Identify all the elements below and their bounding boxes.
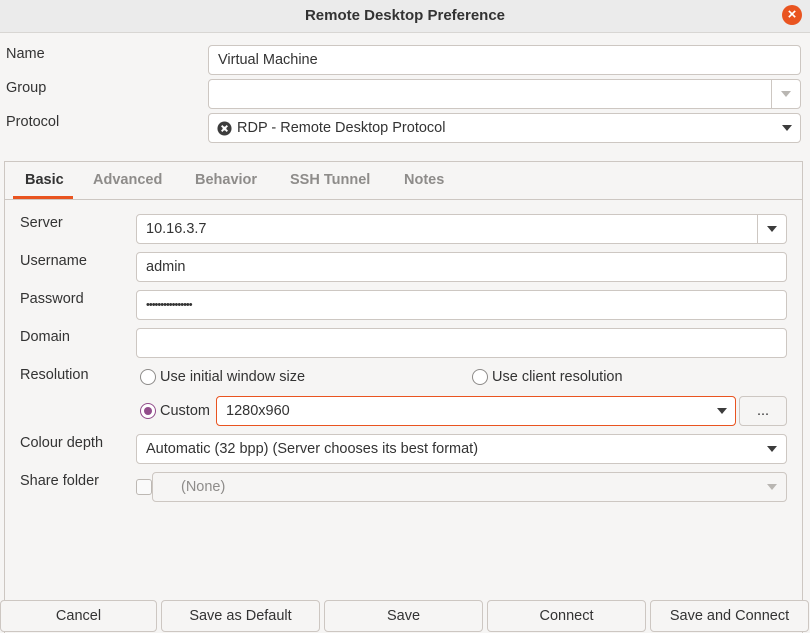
resolution-label: Resolution xyxy=(20,367,89,383)
server-label: Server xyxy=(20,215,63,231)
tab-advanced[interactable]: Advanced xyxy=(93,172,162,188)
title-bar: Remote Desktop Preference × xyxy=(0,0,810,33)
group-combo[interactable] xyxy=(208,79,801,109)
active-tab-indicator xyxy=(13,196,73,199)
chevron-down-icon xyxy=(717,408,727,414)
domain-label: Domain xyxy=(20,329,70,345)
share-folder-combo: (None) xyxy=(152,472,787,502)
more-resolutions-button[interactable]: ... xyxy=(739,396,787,426)
tab-ssh-tunnel[interactable]: SSH Tunnel xyxy=(290,172,370,188)
radio-initial-window-size[interactable] xyxy=(140,369,156,385)
tab-behavior[interactable]: Behavior xyxy=(195,172,257,188)
chevron-down-icon xyxy=(782,125,792,131)
custom-resolution-value: 1280x960 xyxy=(226,403,290,419)
share-folder-label: Share folder xyxy=(20,473,99,489)
radio-client-resolution[interactable] xyxy=(472,369,488,385)
save-and-connect-button[interactable]: Save and Connect xyxy=(650,600,809,632)
connect-button[interactable]: Connect xyxy=(487,600,646,632)
group-dropdown-button[interactable] xyxy=(771,80,800,108)
tab-bar: Basic Advanced Behavior SSH Tunnel Notes xyxy=(5,162,802,200)
password-input[interactable]: •••••••••••••••• xyxy=(136,290,787,320)
server-dropdown-button[interactable] xyxy=(757,215,786,243)
server-combo[interactable]: 10.16.3.7 xyxy=(136,214,787,244)
chevron-down-icon xyxy=(781,91,791,97)
share-folder-value: (None) xyxy=(181,479,226,495)
save-as-default-button[interactable]: Save as Default xyxy=(161,600,320,632)
window-title: Remote Desktop Preference xyxy=(304,7,506,24)
custom-resolution-label[interactable]: Custom xyxy=(160,403,210,419)
name-input[interactable]: Virtual Machine xyxy=(208,45,801,75)
colour-depth-label: Colour depth xyxy=(20,435,104,451)
tab-basic[interactable]: Basic xyxy=(25,172,64,188)
share-folder-checkbox[interactable] xyxy=(136,479,152,495)
username-label: Username xyxy=(20,253,87,269)
colour-depth-value: Automatic (32 bpp) (Server chooses its b… xyxy=(146,441,479,457)
client-resolution-label[interactable]: Use client resolution xyxy=(492,369,623,385)
protocol-label: Protocol xyxy=(6,114,60,130)
chevron-down-icon xyxy=(767,484,777,490)
radio-custom-resolution[interactable] xyxy=(140,403,156,419)
group-combo-value xyxy=(209,86,218,102)
chevron-down-icon xyxy=(767,446,777,452)
name-label: Name xyxy=(6,46,45,62)
save-button[interactable]: Save xyxy=(324,600,483,632)
colour-depth-combo[interactable]: Automatic (32 bpp) (Server chooses its b… xyxy=(136,434,787,464)
chevron-down-icon xyxy=(767,226,777,232)
rdp-protocol-icon xyxy=(217,121,232,136)
tab-notes[interactable]: Notes xyxy=(404,172,444,188)
server-value[interactable]: 10.16.3.7 xyxy=(137,221,206,237)
protocol-combo[interactable]: RDP - Remote Desktop Protocol xyxy=(208,113,801,143)
close-icon[interactable]: × xyxy=(782,5,802,25)
initial-window-size-label[interactable]: Use initial window size xyxy=(160,369,305,385)
password-label: Password xyxy=(20,291,84,307)
protocol-value: RDP - Remote Desktop Protocol xyxy=(237,120,446,136)
domain-input[interactable] xyxy=(136,328,787,358)
cancel-button[interactable]: Cancel xyxy=(0,600,157,632)
group-label: Group xyxy=(6,80,47,96)
username-input[interactable]: admin xyxy=(136,252,787,282)
custom-resolution-combo[interactable]: 1280x960 xyxy=(216,396,736,426)
